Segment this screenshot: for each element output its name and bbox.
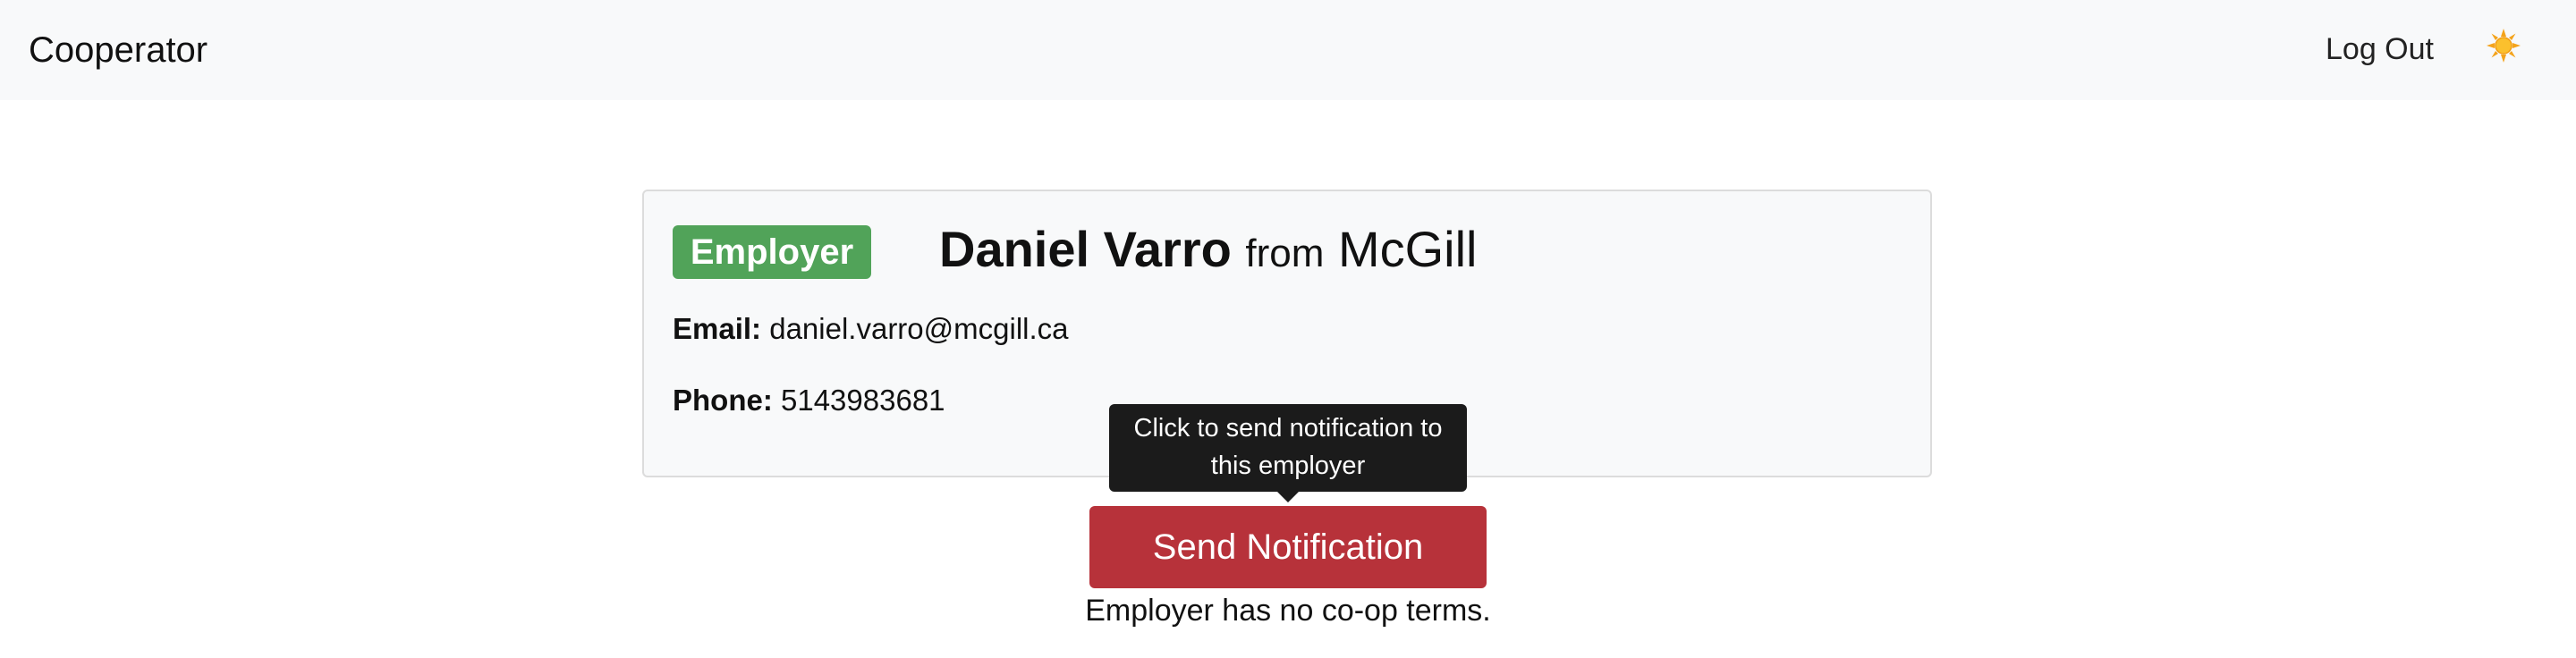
coop-terms-status: Employer has no co-op terms. [1085, 594, 1491, 628]
role-badge: Employer [673, 225, 871, 279]
brand-link[interactable]: Cooperator [29, 25, 208, 75]
employer-name: Daniel Varro [939, 221, 1232, 277]
logout-link[interactable]: Log Out [2326, 27, 2434, 72]
employer-heading: Daniel Varro from McGill [939, 218, 1477, 285]
send-notification-tooltip: Click to send notification to this emplo… [1109, 404, 1467, 492]
email-label: Email: [673, 312, 762, 345]
top-navbar: Cooperator Log Out [0, 0, 2576, 100]
email-row: Email: daniel.varro@mcgill.ca [673, 309, 1069, 349]
sun-icon[interactable] [2485, 27, 2522, 64]
employer-organization: McGill [1337, 221, 1478, 277]
phone-row: Phone: 5143983681 [673, 381, 945, 420]
phone-label: Phone: [673, 384, 773, 417]
email-value: daniel.varro@mcgill.ca [769, 312, 1069, 345]
from-word: from [1245, 232, 1325, 275]
send-notification-button[interactable]: Send Notification [1089, 506, 1487, 588]
sun-icon-graphic [2487, 29, 2521, 63]
phone-value: 5143983681 [781, 384, 945, 417]
tooltip-arrow [1277, 492, 1299, 502]
